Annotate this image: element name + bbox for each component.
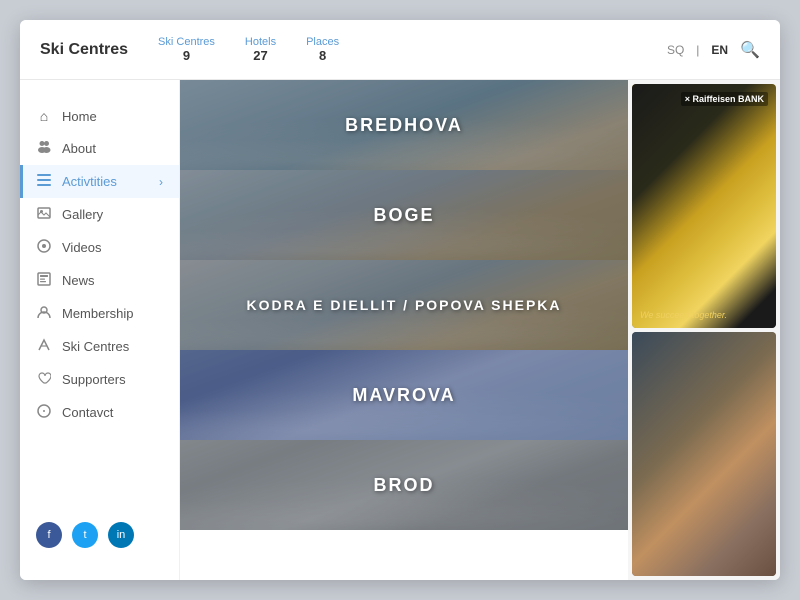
sidebar-nav: ⌂ Home About xyxy=(20,100,179,500)
sidebar-social: f t in xyxy=(20,510,179,560)
search-icon[interactable]: 🔍 xyxy=(740,40,760,60)
about-icon xyxy=(36,140,52,157)
main-content: BREDHOVA BOGE KODRA E DIELLIT / POPOVA S… xyxy=(180,80,780,580)
sidebar-item-activities[interactable]: Activtities › xyxy=(20,165,179,198)
home-icon: ⌂ xyxy=(36,108,52,124)
sidebar-item-videos[interactable]: Videos xyxy=(20,231,179,264)
sidebar-item-supporters[interactable]: Supporters xyxy=(20,363,179,396)
ski-item-boge[interactable]: BOGE xyxy=(180,170,628,260)
membership-icon xyxy=(36,305,52,322)
sidebar-item-home[interactable]: ⌂ Home xyxy=(20,100,179,132)
nav-places[interactable]: Places 8 xyxy=(306,36,339,63)
nav-ski-centres[interactable]: Ski Centres 9 xyxy=(158,36,215,63)
facebook-button[interactable]: f xyxy=(36,522,62,548)
videos-icon xyxy=(36,239,52,256)
ski-list: BREDHOVA BOGE KODRA E DIELLIT / POPOVA S… xyxy=(180,80,628,580)
ad-caption: We succeed together. xyxy=(640,310,727,320)
sidebar-item-membership[interactable]: Membership xyxy=(20,297,179,330)
ski-overlay-brod: BROD xyxy=(180,440,628,530)
ski-item-mavrova[interactable]: MAVROVA xyxy=(180,350,628,440)
sidebar-item-contact[interactable]: Contavct xyxy=(20,396,179,429)
ski-overlay-boge: BOGE xyxy=(180,170,628,260)
ad-badge: × Raiffeisen BANK xyxy=(681,92,768,106)
ski-overlay-kodra: KODRA E DIELLIT / POPOVA SHEPKA xyxy=(180,260,628,350)
ski-item-bredhova[interactable]: BREDHOVA xyxy=(180,80,628,170)
contact-icon xyxy=(36,404,52,421)
header-logo: Ski Centres xyxy=(40,41,128,59)
sidebar-item-gallery[interactable]: Gallery xyxy=(20,198,179,231)
sidebar-item-ski-centres[interactable]: Ski Centres xyxy=(20,330,179,363)
news-icon xyxy=(36,272,52,289)
sidebar-item-about[interactable]: About xyxy=(20,132,179,165)
header-actions: SQ | EN 🔍 xyxy=(667,40,760,60)
gallery-icon xyxy=(36,206,52,223)
lang-en[interactable]: EN xyxy=(711,43,728,57)
ad-card-bottom[interactable]: Do Something Productive xyxy=(632,332,776,576)
header-nav: Ski Centres 9 Hotels 27 Places 8 xyxy=(158,36,667,63)
activities-chevron: › xyxy=(159,175,163,189)
ski-centres-icon xyxy=(36,338,52,355)
header: Ski Centres Ski Centres 9 Hotels 27 Plac… xyxy=(20,20,780,80)
ski-item-kodra[interactable]: KODRA E DIELLIT / POPOVA SHEPKA xyxy=(180,260,628,350)
app-container: Ski Centres Ski Centres 9 Hotels 27 Plac… xyxy=(20,20,780,580)
sidebar-item-news[interactable]: News xyxy=(20,264,179,297)
twitter-button[interactable]: t xyxy=(72,522,98,548)
linkedin-button[interactable]: in xyxy=(108,522,134,548)
ad-card-top[interactable]: × Raiffeisen BANK We succeed together. xyxy=(632,84,776,328)
body-wrap: ⌂ Home About xyxy=(20,80,780,580)
lang-sq[interactable]: SQ xyxy=(667,43,684,57)
nav-hotels[interactable]: Hotels 27 xyxy=(245,36,276,63)
ads-panel: × Raiffeisen BANK We succeed together. D… xyxy=(628,80,780,580)
activities-icon xyxy=(36,173,52,190)
ski-item-brod[interactable]: BROD xyxy=(180,440,628,530)
supporters-icon xyxy=(36,371,52,388)
lang-separator: | xyxy=(696,43,699,57)
sidebar: ⌂ Home About xyxy=(20,80,180,580)
ski-overlay-bredhova: BREDHOVA xyxy=(180,80,628,170)
ski-overlay-mavrova: MAVROVA xyxy=(180,350,628,440)
